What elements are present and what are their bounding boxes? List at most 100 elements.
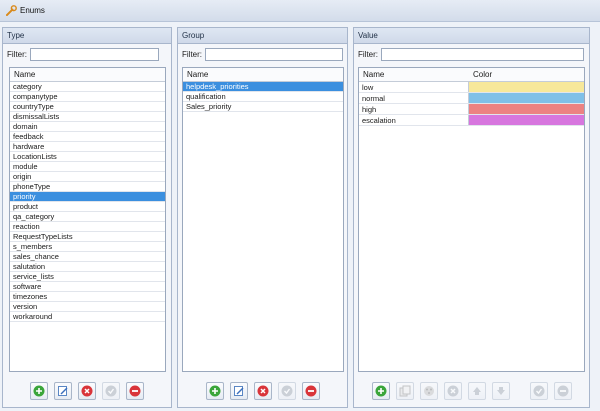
list-item[interactable]: phoneType xyxy=(10,182,165,192)
list-item[interactable]: companytype xyxy=(10,92,165,102)
confirm-button[interactable] xyxy=(529,382,548,400)
column-header-name[interactable]: Name xyxy=(183,68,343,82)
delete-button[interactable] xyxy=(253,382,272,400)
list-item[interactable]: sales_chance xyxy=(10,252,165,262)
list-item[interactable]: module xyxy=(10,162,165,172)
type-filter-input[interactable] xyxy=(30,47,159,61)
confirm-button[interactable] xyxy=(277,382,296,400)
list-item[interactable]: helpdesk_priorities xyxy=(183,82,343,92)
list-item[interactable]: LocationLists xyxy=(10,152,165,162)
list-item[interactable]: origin xyxy=(10,172,165,182)
list-item[interactable]: priority xyxy=(10,192,165,202)
table-row[interactable]: normal xyxy=(359,93,584,104)
edit-button[interactable] xyxy=(54,382,72,400)
group-filter-input[interactable] xyxy=(205,47,343,61)
color-swatch-cell[interactable] xyxy=(469,104,584,114)
list-item[interactable]: qa_category xyxy=(10,212,165,222)
move-down-button[interactable] xyxy=(491,382,510,400)
copy-button[interactable] xyxy=(395,382,414,400)
add-icon xyxy=(33,385,45,397)
table-row[interactable]: low xyxy=(359,82,584,93)
color-swatch-cell[interactable] xyxy=(469,93,584,103)
remove-button[interactable] xyxy=(126,382,144,400)
delete-icon xyxy=(447,385,458,397)
remove-icon xyxy=(129,385,141,397)
list-item[interactable]: feedback xyxy=(10,132,165,142)
list-item[interactable]: domain xyxy=(10,122,165,132)
table-row[interactable]: escalation xyxy=(359,115,584,126)
add-icon xyxy=(375,385,386,397)
arrow-down-icon xyxy=(496,387,505,395)
value-panel: Value Filter: Name Color low normal high es… xyxy=(353,27,590,408)
confirm-icon xyxy=(105,385,117,397)
window-title: Enums xyxy=(20,6,45,15)
list-item[interactable]: Sales_priority xyxy=(183,102,343,112)
value-name-cell: low xyxy=(359,82,469,92)
remove-button[interactable] xyxy=(301,382,320,400)
filter-label: Filter: xyxy=(182,49,202,59)
list-item[interactable]: hardware xyxy=(10,142,165,152)
list-item[interactable]: version xyxy=(10,302,165,312)
list-item[interactable]: software xyxy=(10,282,165,292)
edit-icon xyxy=(233,386,243,396)
filter-label: Filter: xyxy=(358,49,378,59)
list-item[interactable]: RequestTypeLists xyxy=(10,232,165,242)
list-item[interactable]: countryType xyxy=(10,102,165,112)
group-list[interactable]: Name helpdesk_priorities qualification Sal… xyxy=(182,67,344,372)
list-item[interactable]: workaround xyxy=(10,312,165,322)
panel-header: Group xyxy=(178,28,347,44)
list-item[interactable]: salutation xyxy=(10,262,165,272)
table-row[interactable]: high xyxy=(359,104,584,115)
type-panel: Type Filter: Name category companytype cou… xyxy=(2,27,172,408)
add-button[interactable] xyxy=(30,382,48,400)
value-filter-input[interactable] xyxy=(381,47,584,61)
color-swatch-cell[interactable] xyxy=(469,115,584,125)
group-toolbar xyxy=(178,382,347,400)
filter-label: Filter: xyxy=(7,49,27,59)
type-toolbar xyxy=(3,382,171,400)
filter-row: Filter: xyxy=(182,47,343,61)
list-item[interactable]: service_lists xyxy=(10,272,165,282)
list-item[interactable]: timezones xyxy=(10,292,165,302)
filter-row: Filter: xyxy=(7,47,159,61)
value-list-header: Name Color xyxy=(359,68,584,82)
value-name-cell: escalation xyxy=(359,115,469,125)
type-list[interactable]: Name category companytype countryType dismi… xyxy=(9,67,166,372)
panel-header: Value xyxy=(354,28,589,44)
value-name-cell: high xyxy=(359,104,469,114)
edit-icon xyxy=(58,386,68,396)
add-button[interactable] xyxy=(205,382,224,400)
palette-button[interactable] xyxy=(419,382,438,400)
palette-icon xyxy=(423,386,434,396)
list-item[interactable]: dismissalLists xyxy=(10,112,165,122)
list-item[interactable]: s_members xyxy=(10,242,165,252)
delete-button[interactable] xyxy=(78,382,96,400)
remove-icon xyxy=(557,385,568,397)
list-item[interactable]: qualification xyxy=(183,92,343,102)
list-item[interactable]: category xyxy=(10,82,165,92)
value-toolbar xyxy=(354,382,589,400)
arrow-up-icon xyxy=(472,387,481,395)
delete-icon xyxy=(257,385,268,397)
remove-button[interactable] xyxy=(553,382,572,400)
move-up-button[interactable] xyxy=(467,382,486,400)
add-icon xyxy=(209,385,220,397)
list-item[interactable]: reaction xyxy=(10,222,165,232)
confirm-icon xyxy=(281,385,292,397)
confirm-button[interactable] xyxy=(102,382,120,400)
confirm-icon xyxy=(533,385,544,397)
column-header-name[interactable]: Name xyxy=(10,68,165,82)
column-header-name[interactable]: Name xyxy=(363,70,473,79)
edit-button[interactable] xyxy=(229,382,248,400)
list-item[interactable]: product xyxy=(10,202,165,212)
value-name-cell: normal xyxy=(359,93,469,103)
column-header-color[interactable]: Color xyxy=(473,70,492,79)
window-titlebar: Enums xyxy=(0,0,600,22)
value-list[interactable]: Name Color low normal high escalation xyxy=(358,67,585,372)
add-button[interactable] xyxy=(371,382,390,400)
delete-button[interactable] xyxy=(443,382,462,400)
color-swatch-cell[interactable] xyxy=(469,82,584,92)
panel-header: Type xyxy=(3,28,171,44)
group-panel: Group Filter: Name helpdesk_priorities qu… xyxy=(177,27,348,408)
